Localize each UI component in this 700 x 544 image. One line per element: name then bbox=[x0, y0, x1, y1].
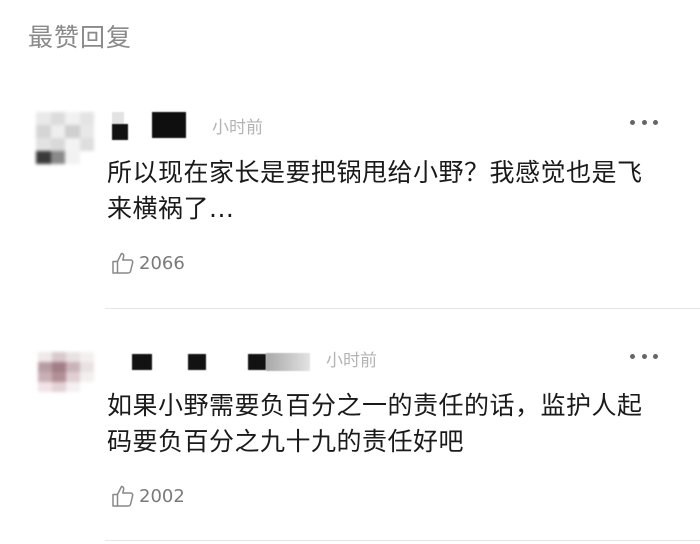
thumbs-up-icon bbox=[112, 485, 134, 507]
comment-text: 如果小野需要负百分之一的责任的话，监护人起码要负百分之九十九的责任好吧 bbox=[107, 391, 643, 456]
username[interactable] bbox=[132, 349, 328, 375]
comment-item: 小时前 如果小野需要负百分之一的责任的话，监护人起码要负百分之九十九的责任好吧 … bbox=[0, 0, 700, 544]
divider bbox=[105, 540, 700, 541]
like-button[interactable]: 2002 bbox=[110, 482, 185, 510]
like-count: 2002 bbox=[139, 485, 185, 507]
comment-time: 小时前 bbox=[326, 351, 377, 371]
more-icon[interactable] bbox=[630, 352, 658, 360]
avatar[interactable] bbox=[38, 352, 94, 392]
